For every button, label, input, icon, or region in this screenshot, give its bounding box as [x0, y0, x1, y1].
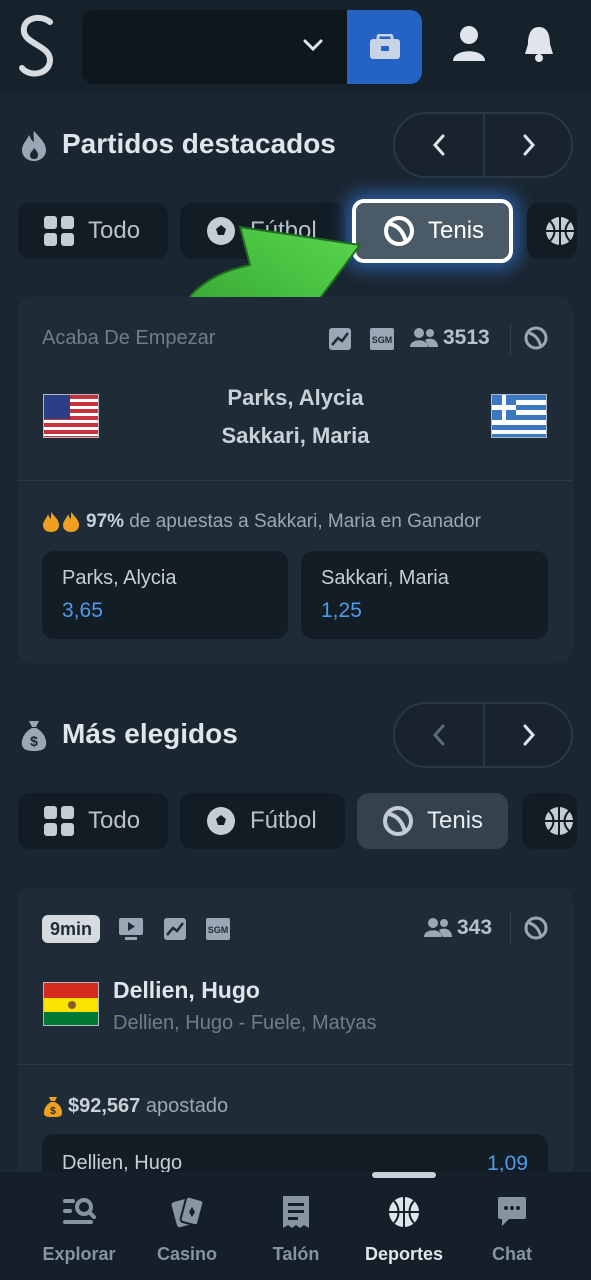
nav-label: Deportes — [364, 1244, 444, 1264]
chip-futbol[interactable]: Fútbol — [180, 793, 345, 849]
nav-label: Casino — [156, 1244, 217, 1264]
odds-label: Sakkari, Maria — [321, 567, 449, 589]
chip-basketball[interactable] — [522, 793, 577, 849]
flag-bolivia — [43, 982, 99, 1026]
viewer-count: 343 — [457, 916, 493, 939]
odds-button-team2[interactable]: Sakkari, Maria 1,25 — [301, 551, 548, 639]
chip-label: Tenis — [428, 217, 485, 244]
chevron-right-icon — [523, 724, 536, 746]
bottom-navigation: Explorar Casino Talón Deportes Chat — [0, 1172, 591, 1280]
match-card-featured[interactable]: Acaba De Empezar SGM 3513 Parks, Alycia … — [18, 297, 573, 663]
account-selector[interactable] — [82, 10, 350, 84]
chevron-right-icon — [523, 134, 536, 156]
svg-text:SGM: SGM — [208, 925, 229, 935]
fire-icon — [22, 131, 46, 161]
chip-label: Tenis — [427, 807, 484, 834]
bet-percentage: 97% — [86, 511, 125, 532]
nav-deportes[interactable]: Deportes — [354, 1194, 454, 1265]
stats-chart-icon — [164, 918, 186, 940]
users-icon — [410, 328, 438, 347]
app-header — [0, 0, 591, 92]
wallet-button[interactable] — [347, 10, 422, 84]
event-name: Dellien, Hugo - Fuele, Matyas — [113, 1012, 377, 1034]
stats-chart-icon — [329, 328, 351, 350]
player-name: Dellien, Hugo — [113, 977, 260, 1003]
section-title-featured: Partidos destacados — [62, 128, 336, 159]
match-status: Acaba De Empezar — [42, 327, 216, 349]
svg-text:$: $ — [30, 733, 38, 749]
explore-icon — [63, 1198, 96, 1224]
chevron-down-icon — [303, 39, 323, 52]
amount-wagered: $92,567 apostado — [68, 1095, 228, 1118]
live-stream-icon — [119, 918, 143, 940]
team2-name: Sakkari, Maria — [221, 423, 370, 448]
chip-todo[interactable]: Todo — [18, 793, 168, 849]
basketball-icon — [546, 217, 574, 245]
chip-label: Todo — [88, 217, 141, 244]
grid-icon — [44, 216, 74, 246]
sgm-icon: SGM — [206, 918, 230, 940]
money-bag-icon: $ — [21, 721, 47, 751]
match-card-most-picked[interactable]: 9min SGM 343 Dellien, Hugo Dellien, Hugo… — [18, 887, 573, 1194]
svg-text:SGM: SGM — [372, 335, 393, 345]
wallet-icon — [369, 34, 400, 59]
team1-name: Parks, Alycia — [227, 385, 364, 410]
nav-label: Chat — [492, 1244, 532, 1264]
odds-value: 1,25 — [321, 599, 362, 622]
soccer-ball-icon — [207, 807, 235, 835]
bet-percentage-text: 97% de apuestas a Sakkari, Maria en Gana… — [86, 511, 481, 533]
most-picked-pager — [393, 702, 573, 768]
next-button[interactable] — [485, 704, 573, 766]
chevron-left-icon — [432, 134, 445, 156]
chip-todo[interactable]: Todo — [18, 203, 168, 259]
bet-description: de apuestas a Sakkari, Maria en Ganador — [124, 511, 482, 532]
tennis-ball-icon — [384, 216, 414, 246]
odds-label: Parks, Alycia — [62, 567, 177, 589]
nav-chat[interactable]: Chat — [462, 1194, 562, 1265]
viewer-count: 3513 — [443, 326, 490, 349]
chevron-left-icon — [432, 724, 445, 746]
tennis-ball-icon — [524, 326, 548, 350]
user-icon[interactable] — [452, 24, 486, 62]
tennis-ball-icon — [524, 916, 548, 940]
featured-pager — [393, 112, 573, 178]
odds-value: 3,65 — [62, 599, 103, 622]
app-logo[interactable] — [16, 14, 58, 80]
next-button[interactable] — [485, 114, 573, 176]
nav-casino[interactable]: Casino — [137, 1194, 237, 1265]
nav-talon[interactable]: Talón — [246, 1194, 346, 1265]
amount-value: $92,567 — [68, 1095, 141, 1117]
time-badge: 9min — [42, 915, 101, 943]
chip-label: Todo — [88, 807, 141, 834]
prev-button[interactable] — [395, 704, 483, 766]
chip-basketball[interactable] — [527, 203, 577, 259]
nav-label: Explorar — [42, 1244, 116, 1264]
cards-icon — [171, 1195, 203, 1228]
flag-greece — [491, 394, 547, 438]
prev-button[interactable] — [395, 114, 483, 176]
nav-label: Talón — [272, 1244, 320, 1264]
svg-text:$: $ — [50, 1106, 56, 1117]
chat-icon — [498, 1197, 526, 1226]
users-icon — [424, 918, 452, 937]
amount-suffix: apostado — [140, 1095, 229, 1117]
fire-icon — [43, 512, 79, 532]
active-tab-indicator — [372, 1172, 436, 1178]
chip-label: Fútbol — [250, 807, 317, 834]
basketball-icon — [545, 807, 573, 835]
chip-tenis[interactable]: Tenis — [357, 793, 508, 849]
odds-button-team1[interactable]: Parks, Alycia 3,65 — [42, 551, 288, 639]
bell-icon[interactable] — [522, 24, 556, 64]
sgm-icon: SGM — [370, 328, 394, 350]
tennis-ball-icon — [383, 806, 413, 836]
ticket-icon — [283, 1196, 309, 1228]
basketball-icon — [389, 1197, 419, 1227]
grid-icon — [44, 806, 74, 836]
nav-explorar[interactable]: Explorar — [29, 1194, 129, 1265]
money-bag-icon: $ — [44, 1097, 62, 1117]
section-title-most-picked: Más elegidos — [62, 718, 238, 749]
